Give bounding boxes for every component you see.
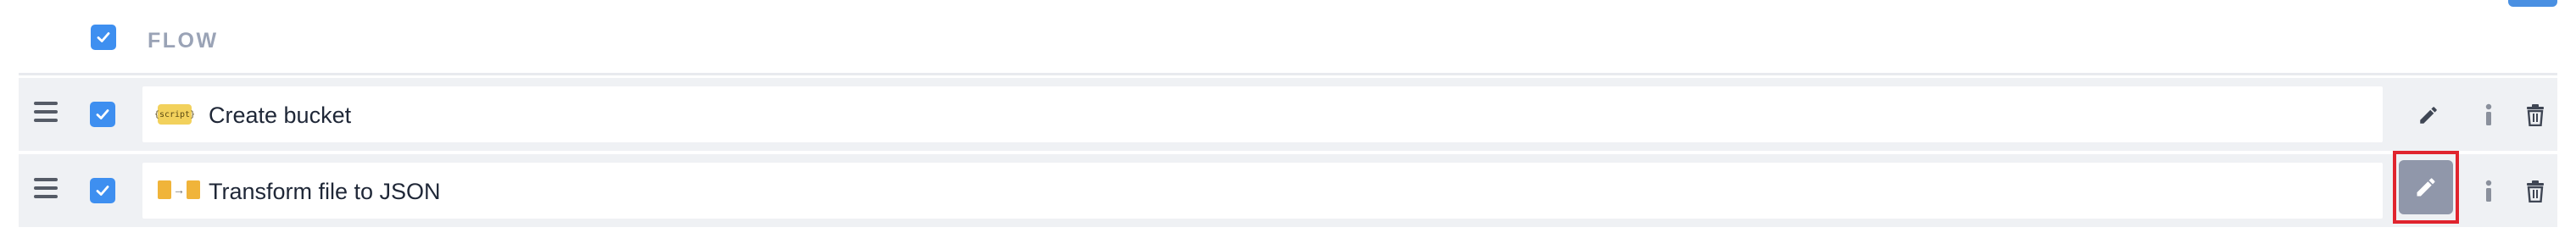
select-all-checkbox[interactable] [91, 25, 116, 50]
info-button[interactable] [2476, 175, 2501, 208]
checkmark-icon [96, 109, 109, 119]
edit-button[interactable] [2412, 98, 2445, 132]
task-row: → Transform file to JSON [19, 151, 2557, 227]
info-button[interactable] [2476, 98, 2501, 132]
task-row: {script} Create bucket [19, 78, 2557, 151]
delete-button[interactable] [2522, 98, 2549, 132]
script-icon: {script} [154, 104, 195, 125]
edit-button-active[interactable] [2399, 160, 2453, 214]
edit-button[interactable] [2393, 151, 2459, 224]
task-label: Transform file to JSON [209, 179, 441, 204]
pencil-icon [2420, 107, 2437, 124]
transform-file-icon: → [158, 180, 200, 199]
task-label: Create bucket [209, 103, 352, 128]
flow-column-header: FLOW [148, 29, 219, 53]
task-checkbox[interactable] [90, 178, 115, 203]
header-divider [19, 73, 2557, 75]
delete-button[interactable] [2522, 175, 2549, 208]
checkmark-icon [97, 32, 110, 42]
trash-icon [2527, 180, 2544, 202]
info-icon [2485, 103, 2492, 125]
task-name-field[interactable]: {script} Create bucket [142, 86, 2383, 142]
info-icon [2485, 180, 2492, 202]
drag-handle-icon[interactable] [34, 178, 58, 200]
drag-handle-icon[interactable] [34, 102, 58, 124]
trash-icon [2527, 104, 2544, 126]
task-name-field[interactable]: → Transform file to JSON [142, 163, 2383, 219]
task-checkbox[interactable] [90, 102, 115, 127]
flow-task-list: FLOW {script} Create bucket → Transform … [0, 0, 2576, 244]
flow-header: FLOW [0, 0, 2576, 75]
checkmark-icon [96, 186, 109, 196]
pencil-icon [2417, 178, 2435, 197]
